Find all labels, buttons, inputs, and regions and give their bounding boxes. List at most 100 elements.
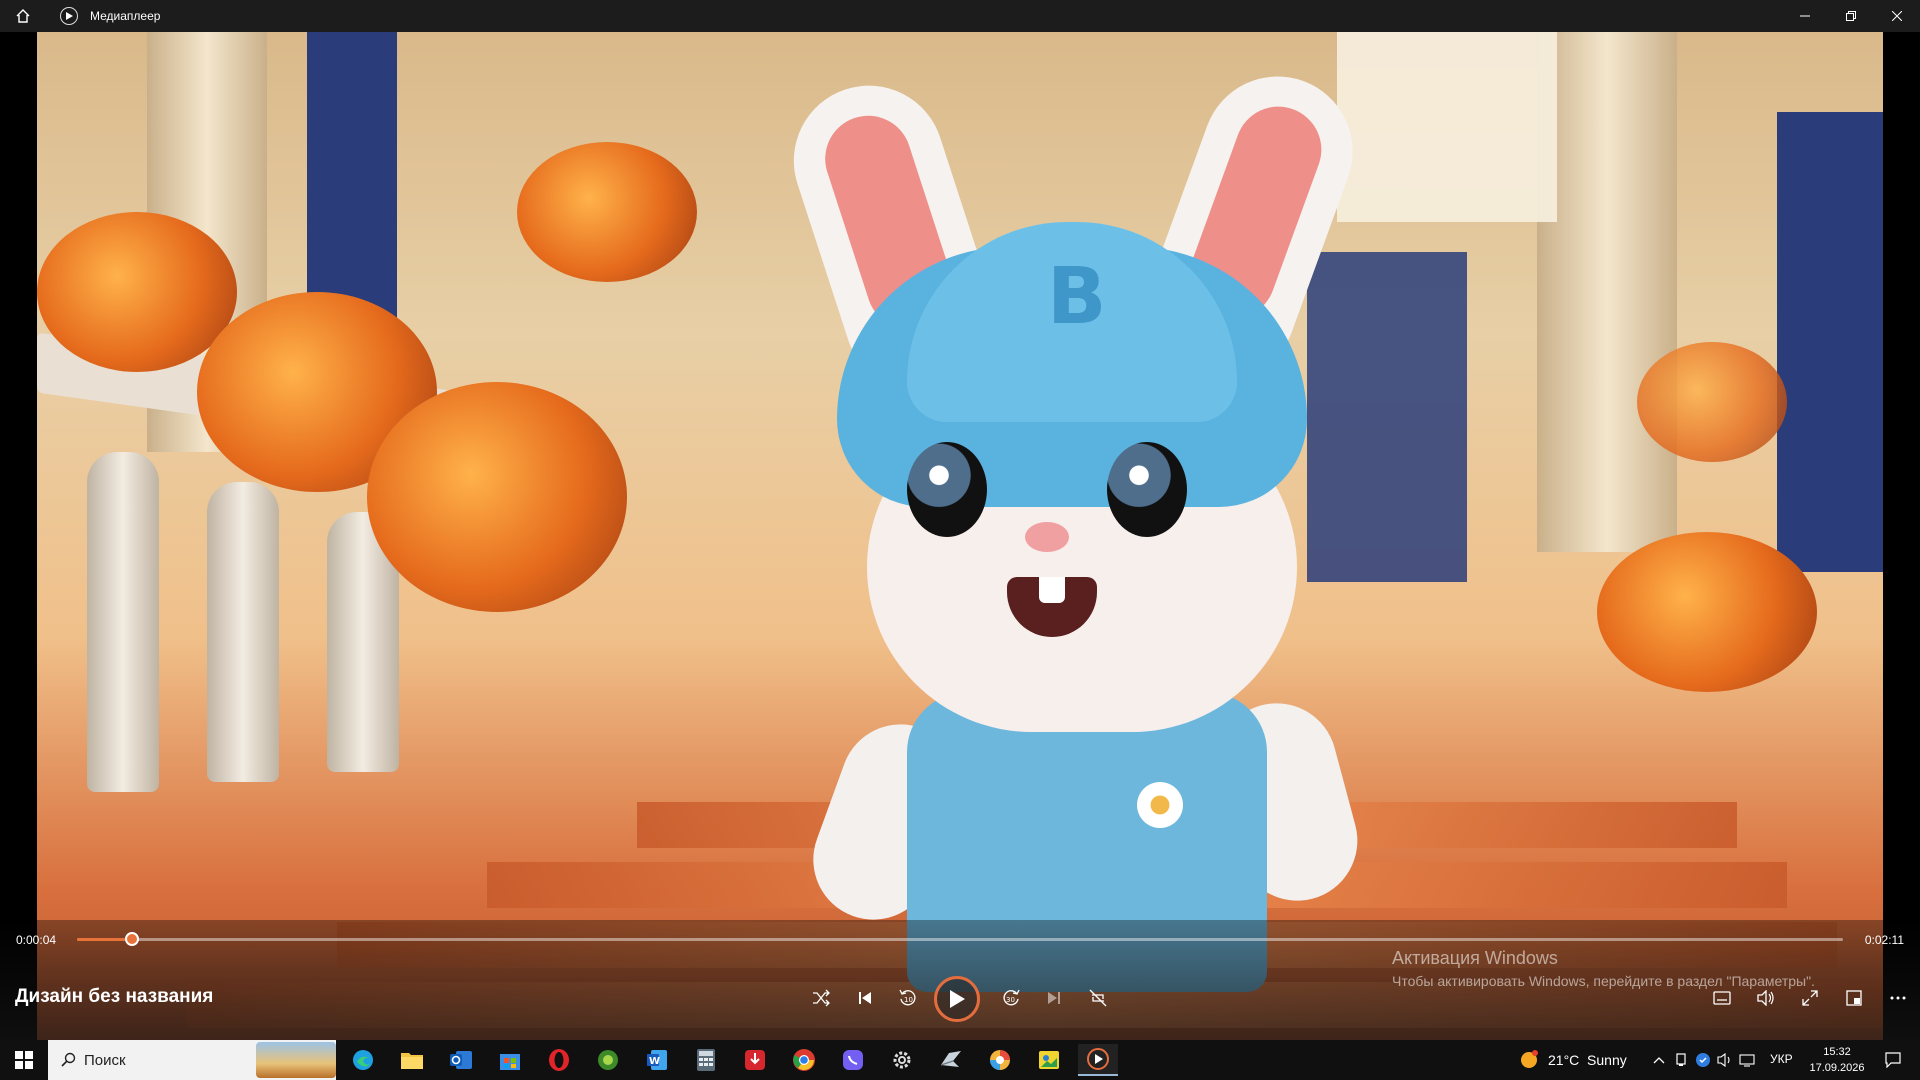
minimize-button[interactable] (1782, 0, 1828, 32)
hat-logo: B (1047, 252, 1107, 342)
flower-bouquet (1637, 342, 1787, 462)
shuffle-button[interactable] (806, 983, 836, 1013)
taskbar-store[interactable] (490, 1044, 530, 1076)
start-button[interactable] (0, 1040, 48, 1080)
store-icon (500, 1054, 520, 1070)
system-tray (1648, 1040, 1758, 1080)
speaker-icon (1717, 1053, 1730, 1067)
bunny-tooth (1039, 577, 1065, 603)
tray-network[interactable] (1736, 1040, 1758, 1080)
tray-volume[interactable] (1714, 1040, 1736, 1080)
taskbar-file-explorer[interactable] (392, 1044, 432, 1076)
fullscreen-button[interactable] (1795, 983, 1825, 1013)
clock-date: 17.09.2026 (1809, 1062, 1865, 1074)
title-bar: Медиаплеер (0, 0, 1920, 32)
flower-bouquet (517, 142, 697, 282)
taskbar-image-app[interactable] (1029, 1044, 1069, 1076)
daisy-emblem (1137, 782, 1183, 828)
rewind-10-button[interactable]: 10 (893, 983, 923, 1013)
file-explorer-icon (401, 1053, 423, 1069)
word-icon: W (647, 1050, 667, 1070)
image-app-icon (1039, 1051, 1059, 1069)
more-icon (1890, 996, 1906, 1000)
media-player-app-icon (60, 7, 78, 25)
input-language[interactable]: УКР (1770, 1052, 1793, 1066)
previous-button[interactable] (850, 983, 880, 1013)
home-button[interactable] (0, 0, 46, 32)
restore-icon (1846, 11, 1856, 21)
repeat-button[interactable] (1083, 983, 1113, 1013)
weather-widget[interactable]: 21°C Sunny (1518, 1040, 1627, 1080)
notification-icon (1885, 1052, 1901, 1068)
taskbar: Поиск W 21°C Sunny УКР 15:32 17.09.2026 (0, 1040, 1920, 1080)
more-options-button[interactable] (1883, 983, 1913, 1013)
taskbar-green-app[interactable] (588, 1044, 628, 1076)
taskbar-settings[interactable] (882, 1044, 922, 1076)
captions-button[interactable] (1707, 983, 1737, 1013)
taskbar-word[interactable]: W (637, 1044, 677, 1076)
media-player-icon (1087, 1048, 1109, 1070)
close-button[interactable] (1874, 0, 1920, 32)
taskbar-media-player[interactable] (1078, 1044, 1118, 1076)
svg-text:W: W (649, 1056, 660, 1067)
forward-30-icon: 30 (1003, 989, 1020, 1006)
miniplayer-button[interactable] (1839, 983, 1869, 1013)
next-icon (1048, 992, 1060, 1004)
seek-bar[interactable] (77, 932, 1843, 946)
rewind-10-icon: 10 (899, 989, 916, 1006)
captions-icon (1713, 991, 1731, 1005)
sun-icon (1521, 1050, 1538, 1068)
window-title: Медиаплеер (90, 9, 161, 23)
shuffle-icon (813, 989, 830, 1007)
bunny-eye-left (907, 442, 987, 537)
tray-overflow-button[interactable] (1648, 1040, 1670, 1080)
flower-bouquet (1597, 532, 1817, 692)
video-frame[interactable]: B (37, 32, 1883, 1040)
taskbar-calculator[interactable] (686, 1044, 726, 1076)
search-icon (61, 1052, 76, 1067)
seek-thumb[interactable] (124, 932, 139, 946)
chrome-icon (793, 1049, 815, 1071)
taskbar-viber[interactable] (833, 1044, 873, 1076)
flower-bouquet (37, 212, 237, 372)
opera-icon (549, 1049, 569, 1071)
flower-bouquet (367, 382, 627, 612)
play-button[interactable] (934, 976, 980, 1022)
chevron-up-icon (1653, 1057, 1665, 1064)
taskbar-search[interactable]: Поиск (48, 1040, 336, 1080)
taskbar-chrome[interactable] (784, 1044, 824, 1076)
balustrade-column (87, 452, 159, 792)
taskbar-clock[interactable]: 15:32 17.09.2026 (1806, 1044, 1868, 1076)
cloud-status-icon (1696, 1053, 1710, 1067)
calculator-icon (697, 1049, 715, 1071)
download-app-icon (745, 1050, 765, 1070)
forward-30-button[interactable]: 30 (996, 983, 1026, 1013)
volume-button[interactable] (1751, 983, 1781, 1013)
taskbar-opera[interactable] (539, 1044, 579, 1076)
taskbar-bird-app[interactable] (931, 1044, 971, 1076)
tray-app-status[interactable] (1692, 1040, 1714, 1080)
search-placeholder: Поиск (84, 1051, 126, 1069)
balustrade-column (207, 482, 279, 782)
taskbar-download-app[interactable] (735, 1044, 775, 1076)
bunny-nose (1025, 522, 1069, 552)
current-time: 0:00:04 (16, 933, 57, 947)
activation-title: Активация Windows (1392, 948, 1558, 968)
play-icon (950, 990, 965, 1008)
next-button[interactable] (1039, 983, 1069, 1013)
taskbar-edge[interactable] (343, 1044, 383, 1076)
clock-time: 15:32 (1823, 1046, 1851, 1058)
taskbar-photos[interactable] (980, 1044, 1020, 1076)
restore-button[interactable] (1828, 0, 1874, 32)
notification-center-button[interactable] (1876, 1040, 1910, 1080)
green-app-icon (598, 1050, 618, 1070)
edge-icon (353, 1050, 373, 1070)
taskbar-outlook[interactable] (441, 1044, 481, 1076)
previous-icon (859, 992, 871, 1004)
svg-text:10: 10 (904, 996, 913, 1004)
background-banner (1777, 112, 1883, 572)
tray-network-device[interactable] (1670, 1040, 1692, 1080)
volume-icon (1757, 990, 1774, 1006)
fullscreen-icon (1802, 990, 1818, 1006)
settings-icon (893, 1051, 911, 1069)
